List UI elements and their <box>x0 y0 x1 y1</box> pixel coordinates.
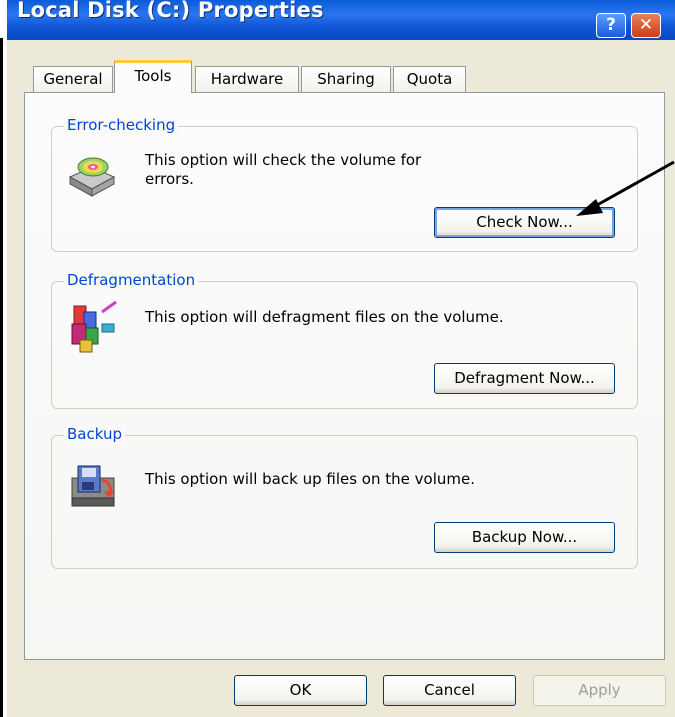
check-now-button[interactable]: Check Now... <box>434 207 615 238</box>
tab-tools[interactable]: Tools <box>114 60 192 93</box>
close-button[interactable]: ✕ <box>631 13 661 38</box>
backup-group: Backup This option will back up files on… <box>51 425 638 569</box>
tab-label: Sharing <box>317 70 375 88</box>
defragmentation-group: Defragmentation This option will defragm… <box>51 271 638 409</box>
error-checking-title: Error-checking <box>64 116 179 134</box>
tab-label: Hardware <box>210 70 284 88</box>
backup-title: Backup <box>64 425 125 443</box>
help-icon: ? <box>606 15 616 35</box>
apply-button[interactable]: Apply <box>533 675 666 706</box>
help-button[interactable]: ? <box>596 13 626 38</box>
background-window-edge <box>0 38 3 717</box>
defragment-now-button[interactable]: Defragment Now... <box>434 363 615 394</box>
defragmentation-description: This option will defragment files on the… <box>145 308 504 326</box>
defragment-icon <box>71 300 117 353</box>
backup-description: This option will back up files on the vo… <box>145 470 475 488</box>
error-checking-group: Error-checking This option will check th… <box>51 116 638 252</box>
backup-now-button[interactable]: Backup Now... <box>434 522 615 553</box>
window-title: Local Disk (C:) Properties <box>17 0 324 22</box>
description-line: errors. <box>145 170 194 188</box>
tab-hardware[interactable]: Hardware <box>195 66 299 92</box>
description-line: This option will check the volume for <box>145 151 422 169</box>
title-bar[interactable]: Local Disk (C:) Properties ? ✕ <box>7 0 675 40</box>
backup-icon <box>71 465 115 507</box>
tab-quota[interactable]: Quota <box>393 66 466 92</box>
ok-button[interactable]: OK <box>234 675 367 706</box>
tab-label: Tools <box>134 67 172 85</box>
error-checking-description: This option will check the volume for er… <box>145 151 475 189</box>
tab-sharing[interactable]: Sharing <box>301 66 391 92</box>
cancel-button[interactable]: Cancel <box>383 675 516 706</box>
tools-tab-panel: Error-checking This option will check th… <box>24 92 665 660</box>
disk-check-icon <box>68 157 116 197</box>
tab-label: Quota <box>406 70 453 88</box>
tab-general[interactable]: General <box>33 66 113 92</box>
defragmentation-title: Defragmentation <box>64 271 199 289</box>
close-icon: ✕ <box>638 15 654 35</box>
tab-label: General <box>43 70 103 88</box>
